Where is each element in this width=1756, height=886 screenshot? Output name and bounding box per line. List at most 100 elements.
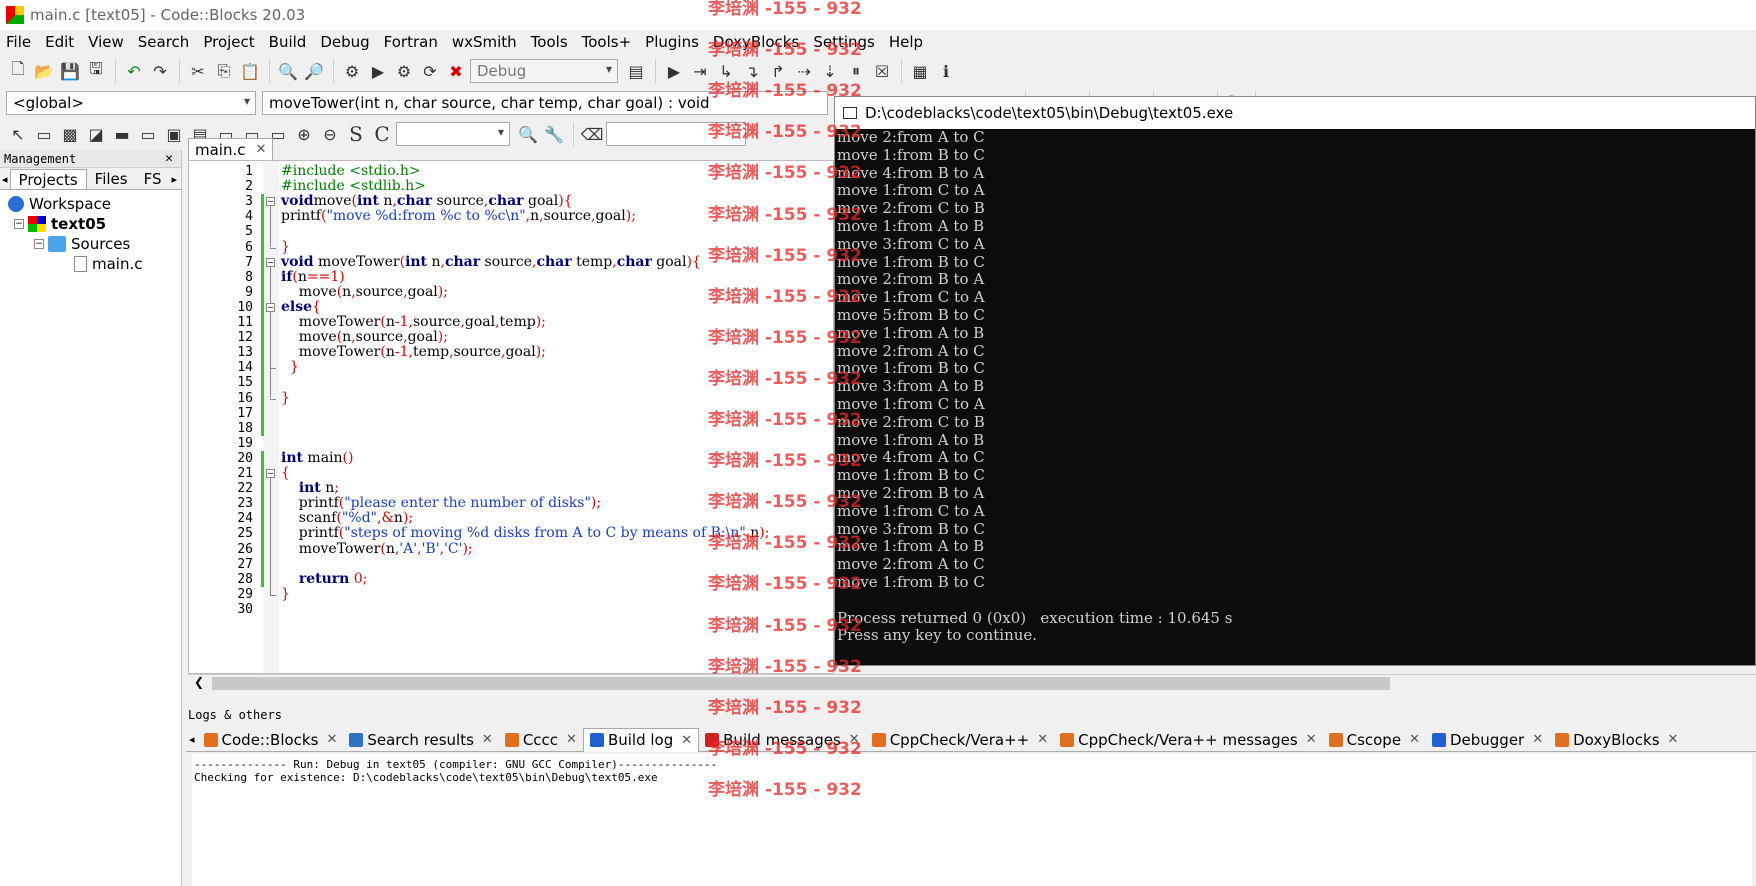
run-to-cursor-icon[interactable]: ⇥ xyxy=(688,59,712,83)
menu-plugins[interactable]: Plugins xyxy=(645,33,699,51)
close-icon[interactable]: ✕ xyxy=(256,142,267,157)
step-into-instruction-icon[interactable]: ⇣ xyxy=(818,59,842,83)
close-icon[interactable]: ✕ xyxy=(1037,732,1048,747)
tree-sources-folder[interactable]: − Sources xyxy=(0,234,181,254)
scrollbar-thumb[interactable] xyxy=(212,677,1390,690)
collapse-icon[interactable]: − xyxy=(14,219,24,229)
tree-project[interactable]: − text05 xyxy=(0,214,181,234)
fold-collapse-icon[interactable]: − xyxy=(266,197,275,207)
logs-tab-search-results[interactable]: Search results ✕ xyxy=(343,728,498,752)
redo-icon[interactable]: ↷ xyxy=(148,59,172,83)
scroll-left-icon[interactable]: ❮ xyxy=(194,675,204,689)
fold-collapse-icon[interactable]: − xyxy=(266,302,275,312)
copy-icon[interactable]: ⎘ xyxy=(212,59,236,83)
close-icon[interactable]: ✕ xyxy=(681,733,692,748)
undo-icon[interactable]: ↶ xyxy=(122,59,146,83)
tab-scroll-right-icon[interactable]: ▸ xyxy=(169,169,179,189)
build-run-icon[interactable]: ⚙ xyxy=(392,59,416,83)
scope-select[interactable]: <global> ▾ xyxy=(6,91,256,115)
code-line[interactable]: moveTower(n,'A','B','C'); xyxy=(281,541,473,557)
code-line[interactable]: } xyxy=(281,390,290,406)
code-line[interactable]: move(n,source,goal); xyxy=(281,330,448,345)
code-line[interactable]: printf("move %d:from %c to %c\n",n,sourc… xyxy=(281,209,636,224)
fold-collapse-icon[interactable]: − xyxy=(266,257,275,267)
close-icon[interactable]: ✕ xyxy=(1532,732,1543,747)
cut-icon[interactable]: ✂ xyxy=(186,59,210,83)
collapse-icon[interactable]: − xyxy=(34,239,44,249)
next-instruction-icon[interactable]: ⇢ xyxy=(792,59,816,83)
code-editor[interactable]: 1 2 3 4 5 6 7 8 9 10 11 12 13 14 15 16 17 18 19 20 21 22 23 24 2… xyxy=(188,160,834,674)
logs-tab-cppcheck-vera-messages[interactable]: CppCheck/Vera++ messages ✕ xyxy=(1054,728,1322,752)
target-options-icon[interactable]: ▤ xyxy=(624,59,648,83)
menu-help[interactable]: Help xyxy=(889,33,923,51)
logs-tab-code-blocks[interactable]: Code::Blocks ✕ xyxy=(198,728,344,752)
split-sizer-icon[interactable]: ◪ xyxy=(84,122,108,146)
close-icon[interactable]: ✕ xyxy=(482,732,493,747)
menu-file[interactable]: File xyxy=(6,33,31,51)
logs-tab-doxyblocks[interactable]: DoxyBlocks ✕ xyxy=(1549,728,1684,752)
menu-edit[interactable]: Edit xyxy=(45,33,74,51)
build-gear-icon[interactable]: ⚙ xyxy=(340,59,364,83)
code-line[interactable]: } xyxy=(281,360,299,375)
debug-windows-icon[interactable]: ▦ xyxy=(908,59,932,83)
tab-files[interactable]: Files xyxy=(87,169,136,189)
logs-tab-debugger[interactable]: Debugger ✕ xyxy=(1426,728,1549,752)
close-icon[interactable]: ✕ xyxy=(1306,732,1317,747)
menu-tools[interactable]: Tools xyxy=(531,33,568,51)
tree-workspace[interactable]: Workspace xyxy=(0,194,181,214)
code-line[interactable]: if(n==1) xyxy=(281,269,345,285)
fold-collapse-icon[interactable]: − xyxy=(266,469,275,478)
logs-tab-build-messages[interactable]: Build messages ✕ xyxy=(699,728,866,752)
paste-icon[interactable]: 📋 xyxy=(238,59,262,83)
logs-tab-cccc[interactable]: Cccc ✕ xyxy=(499,728,583,752)
box-sizer-icon[interactable]: ▬ xyxy=(110,122,134,146)
abort-icon[interactable]: ✖ xyxy=(444,59,468,83)
close-icon[interactable]: ✕ xyxy=(165,151,173,166)
close-icon[interactable]: ✕ xyxy=(326,732,337,747)
logs-tab-cscope[interactable]: Cscope ✕ xyxy=(1323,728,1426,752)
menu-debug[interactable]: Debug xyxy=(320,33,369,51)
code-line[interactable]: moveTower(n-1,source,goal,temp); xyxy=(281,315,546,330)
code-line[interactable]: moveTower(n-1,temp,source,goal); xyxy=(281,345,546,360)
code-line[interactable]: { xyxy=(281,466,290,481)
next-line-icon[interactable]: ↳ xyxy=(714,59,738,83)
editor-tab-main-c[interactable]: main.c ✕ xyxy=(188,138,274,160)
pause-icon[interactable]: ⏸ xyxy=(844,59,868,83)
replace-icon[interactable]: 🔎 xyxy=(302,59,326,83)
code-line[interactable]: move(n,source,goal); xyxy=(281,284,448,300)
menu-build[interactable]: Build xyxy=(269,33,307,51)
close-icon[interactable]: ✕ xyxy=(1668,732,1679,747)
panel-icon[interactable]: ▣ xyxy=(162,122,186,146)
menu-wxsmith[interactable]: wxSmith xyxy=(452,33,517,51)
console-title-bar[interactable]: D:\codeblacks\code\text05\bin\Debug\text… xyxy=(835,97,1755,129)
code-line[interactable]: } xyxy=(281,239,290,255)
grid-sizer-icon[interactable]: ▩ xyxy=(58,122,82,146)
tab-fs[interactable]: FS xyxy=(136,169,170,189)
code-line[interactable]: printf("steps of moving %d disks from A … xyxy=(281,526,770,541)
build-target-select[interactable]: Debug ▾ xyxy=(470,59,618,83)
step-into-icon[interactable]: ↴ xyxy=(740,59,764,83)
pointer-icon[interactable]: ↖ xyxy=(6,122,30,146)
tree-file[interactable]: main.c xyxy=(0,254,181,274)
function-select[interactable]: moveTower(int n, char source, char temp,… xyxy=(262,91,828,115)
console-window[interactable]: D:\codeblacks\code\text05\bin\Debug\text… xyxy=(834,96,1756,666)
code-line[interactable]: return 0; xyxy=(281,571,368,587)
code-line[interactable]: printf("please enter the number of disks… xyxy=(281,496,601,511)
logs-tab-cppcheck-vera-[interactable]: CppCheck/Vera++ ✕ xyxy=(866,728,1054,752)
info-icon[interactable]: ℹ xyxy=(934,59,958,83)
tab-scroll-left-icon[interactable]: ◂ xyxy=(0,169,10,189)
menu-tools-[interactable]: Tools+ xyxy=(582,33,632,51)
code-line[interactable]: int n; xyxy=(281,481,339,496)
close-icon[interactable]: ✕ xyxy=(1409,732,1420,747)
static-box-icon[interactable]: ▭ xyxy=(136,122,160,146)
code-line[interactable]: scanf("%d",&n); xyxy=(281,511,413,526)
close-icon[interactable]: ✕ xyxy=(566,732,577,747)
menu-doxyblocks[interactable]: DoxyBlocks xyxy=(713,33,799,51)
menu-settings[interactable]: Settings xyxy=(813,33,875,51)
code-line[interactable]: #include <stdio.h> xyxy=(281,164,421,179)
frame-icon[interactable]: ▭ xyxy=(32,122,56,146)
menu-project[interactable]: Project xyxy=(203,33,254,51)
step-out-icon[interactable]: ↱ xyxy=(766,59,790,83)
save-all-icon[interactable]: 🖫 xyxy=(84,59,108,83)
rebuild-icon[interactable]: ⟳ xyxy=(418,59,442,83)
